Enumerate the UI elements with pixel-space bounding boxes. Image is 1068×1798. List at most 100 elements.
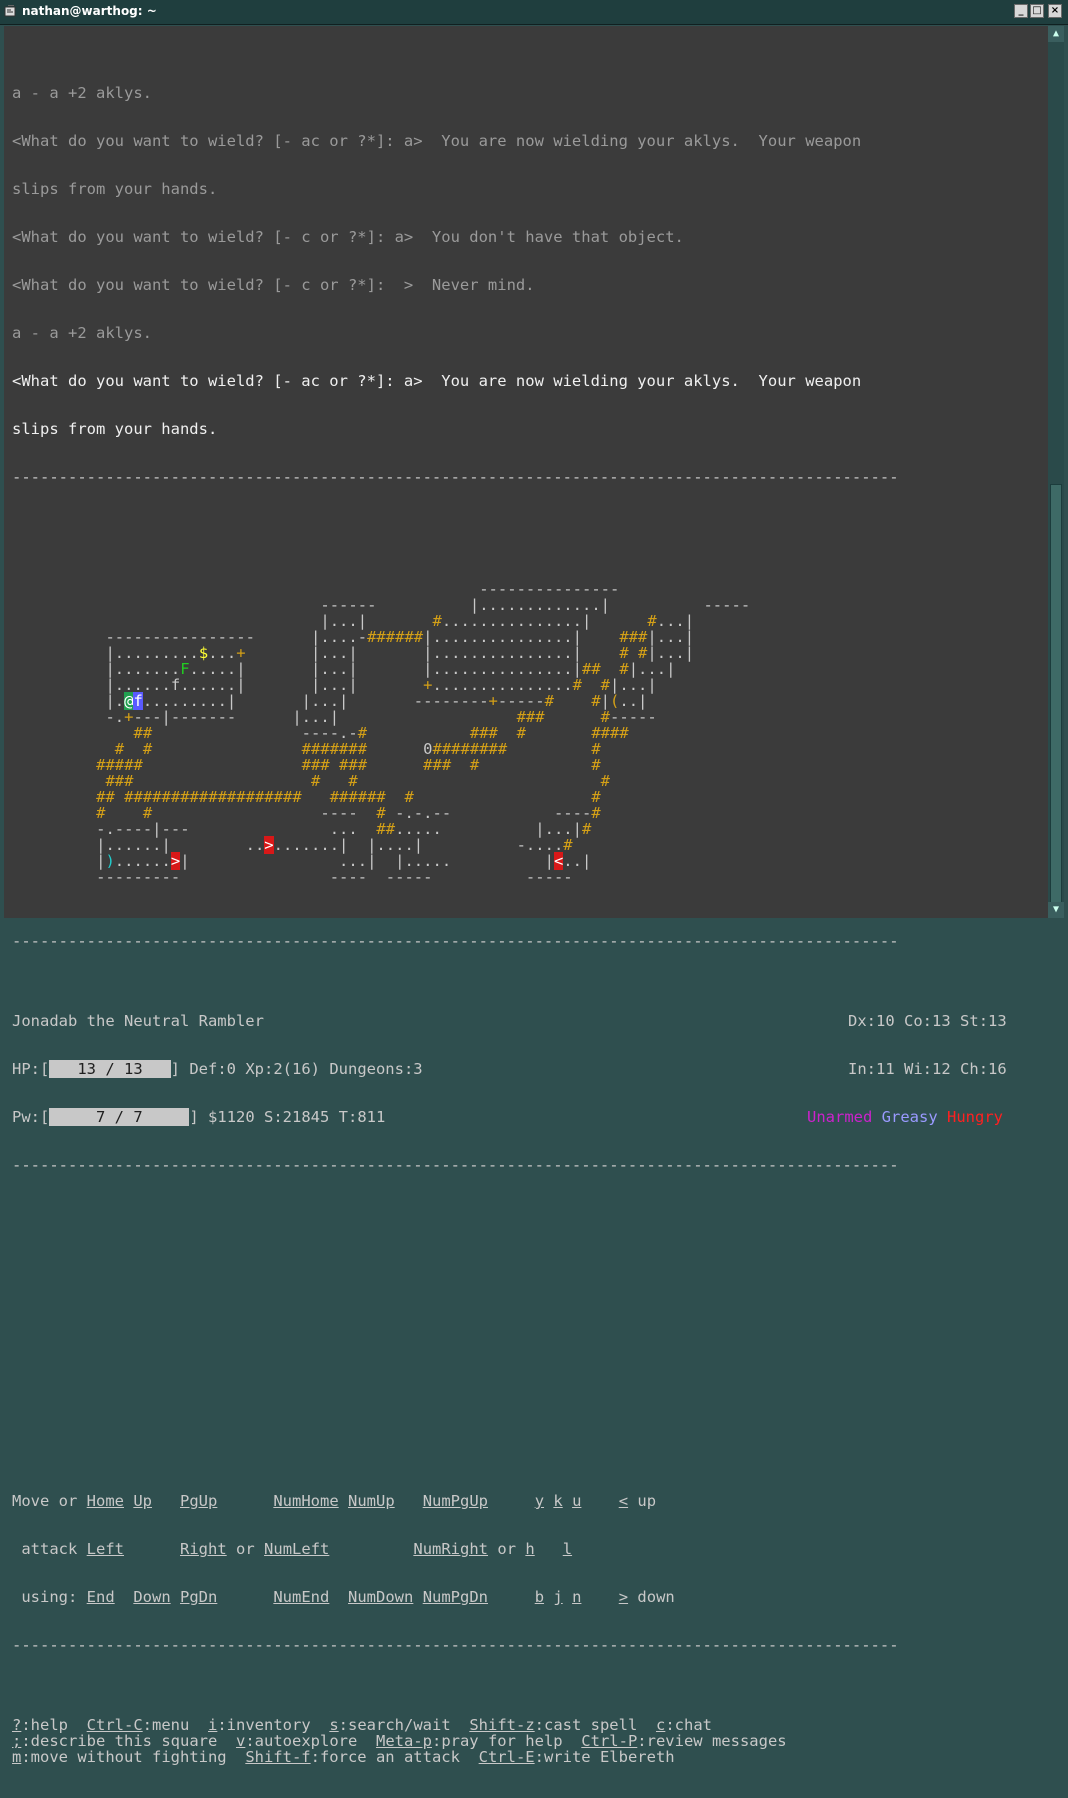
- hp-label: HP:[: [12, 1060, 50, 1078]
- command-key[interactable]: Ctrl-E: [479, 1748, 535, 1766]
- map-row: ## ################### ###### # #: [96, 788, 601, 806]
- maximize-icon[interactable]: □: [1030, 4, 1044, 18]
- map-row: ##### ### ### ### # #: [96, 756, 601, 774]
- key-numleft[interactable]: NumLeft: [264, 1540, 329, 1558]
- game-screen: a - a +2 aklys. <What do you want to wie…: [12, 37, 1007, 1797]
- key-right[interactable]: Right: [180, 1540, 227, 1558]
- key-numpgdn[interactable]: NumPgDn: [423, 1588, 488, 1606]
- status-hungry: Hungry: [947, 1108, 1004, 1126]
- map-row: |.........$...+ |...| |...............| …: [105, 644, 695, 662]
- key-numright[interactable]: NumRight: [413, 1540, 488, 1558]
- command-key[interactable]: Shift-f: [245, 1748, 310, 1766]
- gold-score-turn: $1120 S:21845 T:811: [208, 1108, 386, 1126]
- hp-bar: 13 / 13: [49, 1060, 171, 1078]
- terminal-icon: [4, 5, 16, 17]
- terminal-window: nathan@warthog: ~ _ □ × ▲ ▼ a - a +2 akl…: [0, 0, 1068, 1765]
- status-unarmed: Unarmed: [807, 1108, 873, 1126]
- map-row: |)......>| ...| |..... |<..|: [96, 852, 592, 870]
- command-key[interactable]: m: [12, 1748, 21, 1766]
- key-left[interactable]: Left: [87, 1540, 124, 1558]
- minimize-icon[interactable]: _: [1014, 4, 1028, 18]
- message-line: <What do you want to wield? [- ac or ?*]…: [12, 132, 862, 150]
- map-row: |.......F.....| |...| |...............|#…: [105, 660, 676, 678]
- map-row: [12, 549, 899, 565]
- key-numup[interactable]: NumUp: [348, 1492, 395, 1510]
- command-desc: :write Elbereth: [534, 1748, 675, 1766]
- window-title: nathan@warthog: ~: [22, 4, 157, 18]
- scrollbar-thumb[interactable]: [1050, 484, 1062, 914]
- message-line: <What do you want to wield? [- c or ?*]:…: [12, 276, 535, 294]
- separator: ----------------------------------------…: [12, 932, 899, 950]
- key-numpgup[interactable]: NumPgUp: [423, 1492, 488, 1510]
- map-row: -.+---|------- |...| ### #-----: [105, 708, 657, 726]
- title-bar[interactable]: nathan@warthog: ~ _ □ ×: [0, 0, 1068, 25]
- command-row: ?:help Ctrl-C:menu i:inventory s:search/…: [12, 1717, 899, 1733]
- key-numhome[interactable]: NumHome: [273, 1492, 338, 1510]
- key-end[interactable]: End: [87, 1588, 115, 1606]
- status-greasy: Greasy: [881, 1108, 938, 1126]
- key-up[interactable]: Up: [133, 1492, 152, 1510]
- status-line-2: HP:[ 13 / 13 ] Def:0 Xp:2(16) Dungeons:3…: [12, 1060, 1007, 1078]
- key-down-stairs[interactable]: >: [619, 1588, 628, 1606]
- key-k[interactable]: k: [553, 1492, 562, 1510]
- map-row: # # ---- # -.-.-- ----#: [96, 804, 601, 822]
- scroll-up-icon[interactable]: ▲: [1048, 26, 1064, 42]
- scrollbar[interactable]: ▲ ▼: [1048, 26, 1064, 918]
- key-h[interactable]: h: [525, 1540, 534, 1558]
- scroll-down-icon[interactable]: ▼: [1048, 902, 1064, 918]
- pw-bar: 7 / 7: [49, 1108, 190, 1126]
- separator: ----------------------------------------…: [12, 1636, 899, 1654]
- separator: ----------------------------------------…: [12, 468, 899, 486]
- message-line: a - a +2 aklys.: [12, 324, 152, 342]
- map-row: ### # # #: [105, 772, 610, 790]
- map-row: ## ----.-# ### # ####: [133, 724, 629, 742]
- message-line: <What do you want to wield? [- ac or ?*]…: [12, 372, 862, 390]
- key-pgdn[interactable]: PgDn: [180, 1588, 217, 1606]
- map-row: ------ |.............| -----: [320, 596, 751, 614]
- stats-physical: Dx:10 Co:13 St:13: [848, 1012, 1007, 1030]
- defense-xp: Def:0 Xp:2(16) Dungeons:3: [189, 1060, 423, 1078]
- stats-mental: In:11 Wi:12 Ch:16: [848, 1060, 1007, 1078]
- key-up-stairs[interactable]: <: [619, 1492, 628, 1510]
- command-desc: :move without fighting: [21, 1748, 246, 1766]
- key-y[interactable]: y: [535, 1492, 544, 1510]
- map-row: ---------------- |....-######|..........…: [105, 628, 695, 646]
- map-row: -.----|--- ... ##..... |...|#: [96, 820, 592, 838]
- key-home[interactable]: Home: [87, 1492, 124, 1510]
- pw-label: Pw:[: [12, 1108, 50, 1126]
- map-row: |......f......| |...| +...............# …: [105, 676, 657, 694]
- key-numdown[interactable]: NumDown: [348, 1588, 413, 1606]
- map-row: ---------------: [479, 580, 620, 598]
- separator: ----------------------------------------…: [12, 1156, 899, 1174]
- map-row: |.@f.........| |...| --------+-----# #|(…: [105, 692, 648, 710]
- key-pgup[interactable]: PgUp: [180, 1492, 217, 1510]
- key-u[interactable]: u: [572, 1492, 581, 1510]
- map-row: |......| ..>.......| |....| -....#: [96, 836, 573, 854]
- message-line: a - a +2 aklys.: [12, 84, 152, 102]
- message-line: slips from your hands.: [12, 420, 218, 438]
- dungeon-map: --------------- ------ |.............| -…: [12, 549, 899, 885]
- status-line-1: Jonadab the Neutral Rambler Dx:10 Co:13 S…: [12, 1013, 1007, 1029]
- message-line: slips from your hands.: [12, 180, 218, 198]
- move-help-line-2: attack Left Right or NumLeft NumRight or…: [12, 1540, 573, 1558]
- move-help-line-3: using: End Down PgDn NumEnd NumDown NumP…: [12, 1588, 675, 1606]
- command-desc: :force an attack: [310, 1748, 479, 1766]
- conditions: Unarmed Greasy Hungry: [807, 1109, 1003, 1125]
- map-row: --------- ---- ----- -----: [96, 868, 573, 886]
- key-j[interactable]: j: [553, 1588, 562, 1606]
- key-b[interactable]: b: [535, 1588, 544, 1606]
- message-line: <What do you want to wield? [- c or ?*]:…: [12, 228, 684, 246]
- command-help: ?:help Ctrl-C:menu i:inventory s:search/…: [12, 1717, 899, 1765]
- status-line-3: Pw:[ 7 / 7 ] $1120 S:21845 T:811 Unarmed …: [12, 1108, 1004, 1126]
- map-row: [12, 565, 899, 581]
- map-row: # # ####### 0######## #: [114, 740, 601, 758]
- close-icon[interactable]: ×: [1048, 4, 1062, 18]
- move-help-line-1: Move or Home Up PgUp NumHome NumUp NumPg…: [12, 1492, 657, 1510]
- command-row: ;:describe this square v:autoexplore Met…: [12, 1733, 899, 1749]
- key-l[interactable]: l: [563, 1540, 572, 1558]
- key-numend[interactable]: NumEnd: [273, 1588, 329, 1606]
- map-row: |...| #...............| #...|: [320, 612, 695, 630]
- key-n[interactable]: n: [572, 1588, 581, 1606]
- key-down[interactable]: Down: [133, 1588, 170, 1606]
- command-row: m:move without fighting Shift-f:force an…: [12, 1749, 899, 1765]
